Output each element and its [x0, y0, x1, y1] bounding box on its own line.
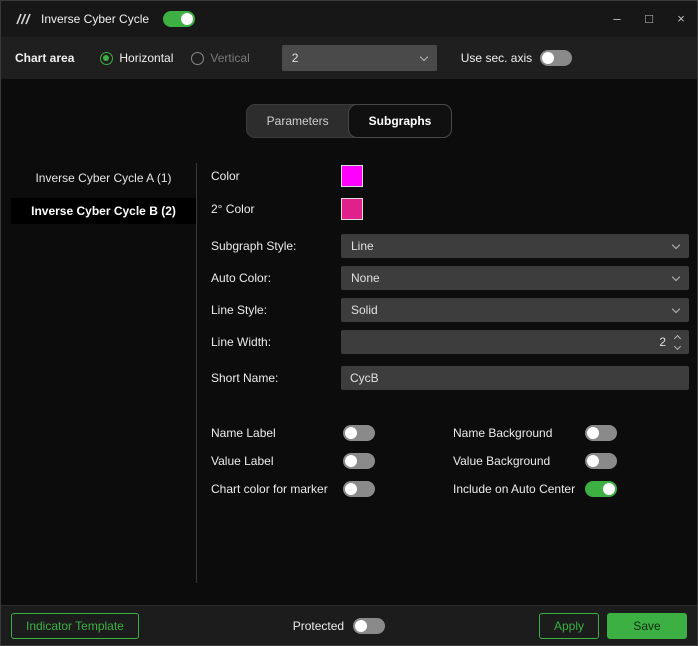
- radio-icon: [191, 51, 205, 65]
- subgraph-style-row: Subgraph Style: Line: [211, 234, 689, 258]
- protected-label: Protected: [292, 618, 345, 633]
- tabs-row: Parameters Subgraphs: [1, 105, 697, 137]
- subgraph-style-value: Line: [351, 239, 374, 253]
- chevron-up-icon: [673, 334, 682, 342]
- chevron-down-icon: [671, 304, 681, 313]
- indicator-enabled-toggle[interactable]: [163, 11, 196, 27]
- value-background-row: Value Background: [453, 452, 689, 470]
- color-row: Color: [211, 163, 689, 189]
- color2-label: 2° Color: [211, 202, 255, 216]
- maximize-button[interactable]: □: [633, 1, 665, 37]
- footer-bar: Indicator Template Protected Apply Save: [1, 605, 697, 645]
- chart-number-value: 2: [291, 51, 299, 65]
- line-width-value: 2: [659, 335, 666, 349]
- short-name-row: Short Name:: [211, 366, 689, 390]
- name-background-row: Name Background: [453, 424, 689, 442]
- line-width-spinner[interactable]: 2: [341, 330, 689, 354]
- short-name-input[interactable]: [341, 366, 689, 390]
- color2-swatch[interactable]: [341, 198, 363, 220]
- option-toggles: Name Label Name Background Value Label V…: [211, 424, 689, 498]
- spinner-arrows-icon[interactable]: [673, 334, 682, 350]
- chart-area-label: Chart area: [15, 51, 75, 65]
- value-label-toggle[interactable]: [343, 453, 375, 469]
- list-item-label: Inverse Cyber Cycle A (1): [35, 171, 172, 185]
- protected-toggle[interactable]: [353, 617, 386, 634]
- line-width-row: Line Width: 2: [211, 330, 689, 354]
- color-swatch[interactable]: [341, 165, 363, 187]
- auto-color-dropdown[interactable]: None: [341, 266, 689, 290]
- line-style-label: Line Style:: [211, 303, 268, 317]
- chart-color-marker-label: Chart color for marker: [211, 482, 328, 496]
- tab-parameters-label: Parameters: [266, 114, 329, 128]
- list-item-cycle-a[interactable]: Inverse Cyber Cycle A (1): [11, 165, 196, 191]
- name-label-row: Name Label: [211, 424, 453, 442]
- line-style-row: Line Style: Solid: [211, 298, 689, 322]
- subgraph-style-dropdown[interactable]: Line: [341, 234, 689, 258]
- auto-center-toggle[interactable]: [585, 481, 617, 497]
- value-label-row: Value Label: [211, 452, 453, 470]
- name-label-toggle[interactable]: [343, 425, 375, 441]
- auto-center-row: Include on Auto Center: [453, 480, 689, 498]
- vertical-radio-label: Vertical: [210, 51, 250, 65]
- chevron-down-icon: [671, 272, 681, 281]
- indicator-settings-window: Inverse Cyber Cycle – □ × Chart area Hor…: [0, 0, 698, 646]
- tab-subgraphs-label: Subgraphs: [368, 114, 432, 128]
- auto-color-value: None: [351, 271, 380, 285]
- subgraph-form: Color 2° Color Subgraph Style: Line Auto…: [197, 163, 697, 583]
- color2-row: 2° Color: [211, 196, 689, 222]
- line-style-dropdown[interactable]: Solid: [341, 298, 689, 322]
- chevron-down-icon: [673, 342, 682, 350]
- subgraphs-content: Inverse Cyber Cycle A (1) Inverse Cyber …: [1, 163, 697, 583]
- name-label-label: Name Label: [211, 426, 276, 440]
- color-label: Color: [211, 169, 240, 183]
- list-item-label: Inverse Cyber Cycle B (2): [31, 204, 176, 218]
- main-area: Parameters Subgraphs Inverse Cyber Cycle…: [1, 79, 697, 605]
- list-item-cycle-b[interactable]: Inverse Cyber Cycle B (2): [11, 198, 196, 224]
- chart-number-dropdown[interactable]: 2: [281, 45, 437, 71]
- horizontal-radio-label: Horizontal: [119, 51, 174, 65]
- chart-color-marker-row: Chart color for marker: [211, 480, 453, 498]
- save-button[interactable]: Save: [607, 612, 687, 639]
- short-name-label: Short Name:: [211, 371, 279, 385]
- chart-area-bar: Chart area Horizontal Vertical 2 Use sec…: [1, 37, 697, 79]
- chart-color-marker-toggle[interactable]: [343, 481, 375, 497]
- line-width-label: Line Width:: [211, 335, 272, 349]
- tab-subgraphs[interactable]: Subgraphs: [348, 105, 452, 137]
- subgraph-list: Inverse Cyber Cycle A (1) Inverse Cyber …: [11, 163, 197, 583]
- tab-bar: Parameters Subgraphs: [246, 105, 452, 137]
- value-background-toggle[interactable]: [585, 453, 617, 469]
- titlebar: Inverse Cyber Cycle – □ ×: [1, 1, 697, 37]
- name-background-label: Name Background: [453, 426, 553, 440]
- tab-parameters[interactable]: Parameters: [247, 105, 349, 137]
- use-sec-axis-label: Use sec. axis: [460, 51, 533, 65]
- auto-color-row: Auto Color: None: [211, 266, 689, 290]
- value-background-label: Value Background: [453, 454, 551, 468]
- line-style-value: Solid: [351, 303, 378, 317]
- auto-color-label: Auto Color:: [211, 271, 272, 285]
- minimize-button[interactable]: –: [601, 1, 633, 37]
- name-background-toggle[interactable]: [585, 425, 617, 441]
- orientation-radio-vertical[interactable]: Vertical: [191, 51, 250, 65]
- close-button[interactable]: ×: [665, 1, 697, 37]
- window-title: Inverse Cyber Cycle: [41, 12, 150, 26]
- auto-center-label: Include on Auto Center: [453, 482, 576, 496]
- radio-icon: [100, 51, 114, 65]
- subgraph-style-label: Subgraph Style:: [211, 239, 297, 253]
- app-icon: [13, 12, 31, 26]
- use-sec-axis-toggle[interactable]: [540, 50, 573, 66]
- chevron-down-icon: [671, 240, 681, 249]
- orientation-radio-horizontal[interactable]: Horizontal: [100, 51, 173, 65]
- value-label-label: Value Label: [211, 454, 274, 468]
- indicator-template-button[interactable]: Indicator Template: [11, 612, 139, 639]
- apply-button[interactable]: Apply: [538, 612, 599, 639]
- chevron-down-icon: [419, 52, 429, 61]
